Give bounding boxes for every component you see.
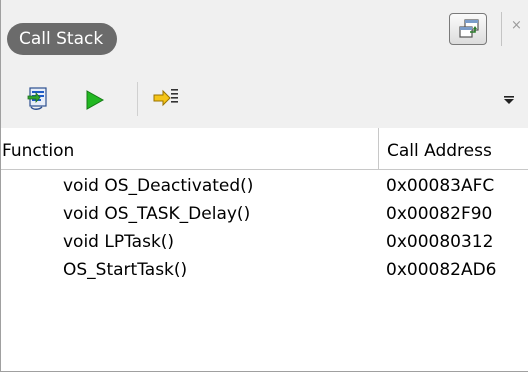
window-title[interactable]: Call Stack [7,23,118,55]
close-icon[interactable]: × [511,18,522,34]
float-window-icon [459,19,479,38]
call-address-cell: 0x00080312 [386,232,494,252]
float-window-button[interactable] [449,13,487,45]
run-icon[interactable] [85,89,105,111]
call-stack-window: Call Stack × Function Call Address void … [0,0,528,372]
column-divider[interactable] [378,128,379,170]
toolbar-separator [137,82,138,116]
column-header-call-address[interactable]: Call Address [387,128,492,169]
toolbar [1,76,528,128]
set-pc-icon[interactable] [152,86,180,110]
function-cell: OS_StartTask() [63,260,188,280]
table-row[interactable]: void OS_Deactivated() 0x00083AFC [1,172,528,200]
call-address-cell: 0x00082AD6 [386,260,497,280]
step-into-frame-icon[interactable] [25,86,51,112]
column-header-function[interactable]: Function [2,128,74,169]
function-cell: void OS_Deactivated() [63,176,254,196]
call-address-cell: 0x00082F90 [386,204,493,224]
table-row[interactable]: void LPTask() 0x00080312 [1,228,528,256]
title-separator [501,12,502,46]
table-header: Function Call Address [1,128,528,170]
title-bar: Call Stack × [1,0,528,76]
dropdown-arrow-icon[interactable] [503,95,515,105]
table-row[interactable]: void OS_TASK_Delay() 0x00082F90 [1,200,528,228]
call-stack-list: void OS_Deactivated() 0x00083AFC void OS… [1,172,528,284]
function-cell: void LPTask() [63,232,175,252]
call-address-cell: 0x00083AFC [386,176,495,196]
function-cell: void OS_TASK_Delay() [63,204,251,224]
table-row[interactable]: OS_StartTask() 0x00082AD6 [1,256,528,284]
